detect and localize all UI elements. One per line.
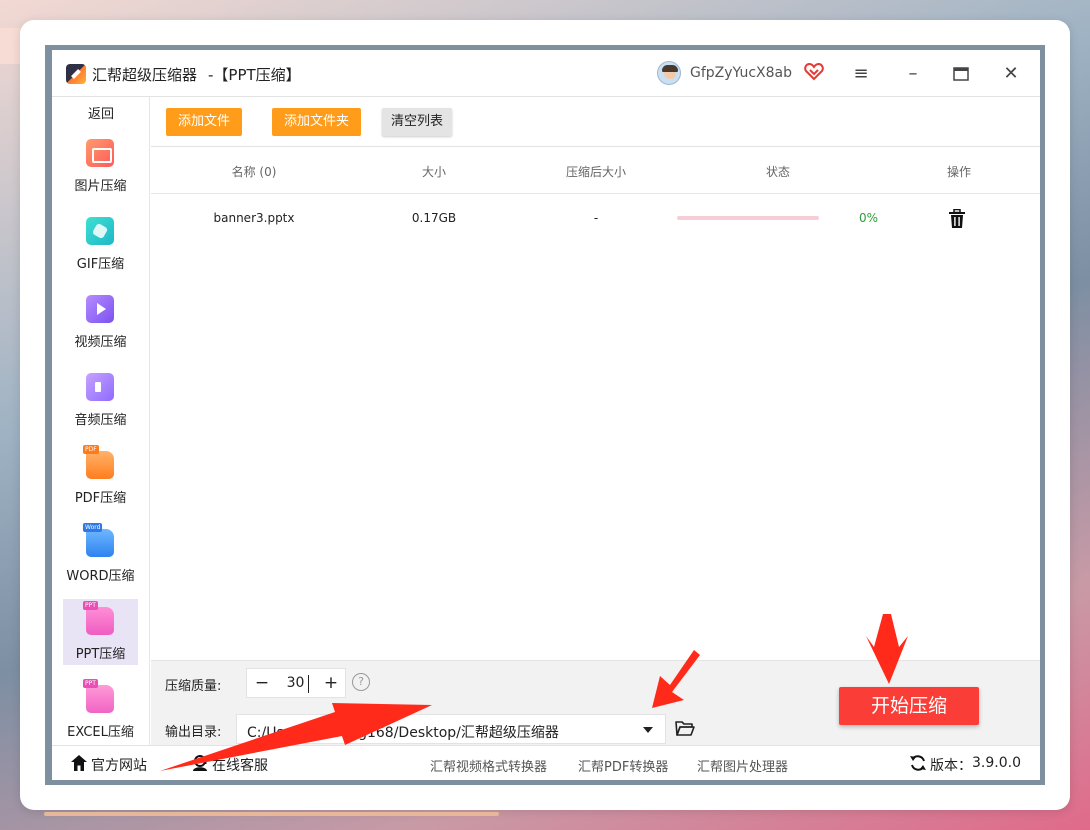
quality-stepper: − 30 + bbox=[246, 668, 346, 698]
version-label: 版本： bbox=[930, 758, 972, 774]
sidebar-item-excel[interactable]: PPT EXCEL压缩 bbox=[63, 677, 138, 743]
progress-bar bbox=[677, 216, 819, 220]
background-decoration-line bbox=[44, 812, 499, 816]
word-icon: Word bbox=[83, 523, 114, 557]
official-website-link[interactable]: 官方网站 bbox=[91, 755, 147, 775]
sidebar-item-label: 音频压缩 bbox=[74, 413, 127, 428]
column-compressed-size[interactable]: 压缩后大小 bbox=[551, 163, 641, 180]
sidebar-item-image[interactable]: 图片压缩 bbox=[63, 131, 138, 197]
output-dir-select[interactable]: C:/Users/huibang168/Desktop/汇帮超级压缩器 bbox=[236, 714, 666, 744]
status-bar: 官方网站 在线客服 汇帮视频格式转换器 汇帮PDF转换器 汇帮图片处理器 版本：… bbox=[52, 745, 1040, 780]
sidebar-item-label: 图片压缩 bbox=[74, 179, 127, 194]
increase-button[interactable]: + bbox=[321, 673, 341, 693]
quality-input[interactable]: 30 bbox=[283, 675, 309, 693]
sidebar-item-gif[interactable]: GIF压缩 bbox=[63, 209, 138, 275]
sidebar-item-ppt[interactable]: PPT PPT压缩 bbox=[63, 599, 138, 665]
close-icon[interactable]: ✕ bbox=[999, 62, 1023, 86]
app-logo-icon bbox=[66, 64, 86, 84]
version-value: 3.9.0.0 bbox=[972, 755, 1021, 771]
vip-heart-icon[interactable] bbox=[804, 63, 824, 81]
file-size: 0.17GB bbox=[411, 211, 457, 225]
support-icon[interactable] bbox=[191, 754, 209, 772]
audio-icon bbox=[86, 373, 114, 401]
toolbar: 添加文件 添加文件夹 清空列表 bbox=[151, 97, 1040, 147]
video-converter-link[interactable]: 汇帮视频格式转换器 bbox=[430, 756, 547, 775]
table-header: 名称 (0) 大小 压缩后大小 状态 操作 bbox=[151, 147, 1040, 194]
back-link[interactable]: 返回 bbox=[52, 103, 150, 122]
column-actions[interactable]: 操作 bbox=[934, 163, 984, 180]
sidebar-item-word[interactable]: Word WORD压缩 bbox=[63, 521, 138, 587]
app-window: 汇帮超级压缩器 -【PPT压缩】 GfpZyYucX8ab ≡ – ✕ 返回 图… bbox=[52, 50, 1040, 780]
sidebar-item-audio[interactable]: 音频压缩 bbox=[63, 365, 138, 431]
dropdown-caret-icon[interactable] bbox=[643, 727, 653, 733]
sidebar-item-label: PPT压缩 bbox=[75, 647, 126, 662]
video-icon bbox=[86, 295, 114, 323]
sidebar-item-label: 视频压缩 bbox=[74, 335, 127, 350]
sidebar-item-video[interactable]: 视频压缩 bbox=[63, 287, 138, 353]
excel-icon: PPT bbox=[83, 679, 114, 713]
pdf-icon: PDF bbox=[83, 445, 114, 479]
title-bar: 汇帮超级压缩器 -【PPT压缩】 GfpZyYucX8ab ≡ – ✕ bbox=[52, 50, 1040, 97]
refresh-icon[interactable] bbox=[909, 754, 927, 772]
trash-icon[interactable] bbox=[948, 209, 966, 229]
column-name[interactable]: 名称 (0) bbox=[211, 163, 297, 180]
word-tag: Word bbox=[83, 523, 103, 532]
column-size[interactable]: 大小 bbox=[409, 163, 459, 180]
table-row[interactable]: banner3.pptx 0.17GB - 0% bbox=[151, 195, 1040, 243]
file-name: banner3.pptx bbox=[213, 211, 295, 225]
progress-percent: 0% bbox=[859, 211, 879, 225]
help-icon[interactable]: ? bbox=[352, 673, 370, 691]
folder-icon[interactable] bbox=[675, 720, 695, 737]
excel-tag: PPT bbox=[83, 679, 98, 688]
image-icon bbox=[86, 139, 114, 167]
online-support-link[interactable]: 在线客服 bbox=[212, 755, 268, 775]
username[interactable]: GfpZyYucX8ab bbox=[690, 65, 792, 81]
menu-icon[interactable]: ≡ bbox=[849, 62, 873, 86]
sidebar-item-label: EXCEL压缩 bbox=[67, 725, 134, 740]
sidebar-item-label: PDF压缩 bbox=[74, 491, 127, 506]
image-processor-link[interactable]: 汇帮图片处理器 bbox=[697, 756, 788, 775]
minimize-icon[interactable]: – bbox=[901, 62, 925, 86]
maximize-icon[interactable] bbox=[949, 62, 973, 86]
clear-list-button[interactable]: 清空列表 bbox=[382, 108, 453, 136]
column-status[interactable]: 状态 bbox=[753, 163, 803, 180]
compressed-size: - bbox=[593, 211, 599, 225]
add-file-button[interactable]: 添加文件 bbox=[166, 108, 243, 136]
output-dir-label: 输出目录: bbox=[165, 725, 222, 740]
ppt-tag: PPT bbox=[83, 601, 98, 610]
decrease-button[interactable]: − bbox=[252, 673, 272, 693]
app-title: 汇帮超级压缩器 bbox=[92, 66, 198, 84]
gif-icon bbox=[86, 217, 114, 245]
sidebar-item-pdf[interactable]: PDF PDF压缩 bbox=[63, 443, 138, 509]
quality-label: 压缩质量: bbox=[165, 679, 222, 694]
output-dir-value: C:/Users/huibang168/Desktop/汇帮超级压缩器 bbox=[247, 725, 559, 741]
user-avatar[interactable] bbox=[657, 61, 681, 85]
sidebar: 返回 图片压缩 GIF压缩 视频压缩 音频压缩 PDF PDF压缩 Word W… bbox=[52, 97, 150, 745]
settings-panel: 压缩质量: − 30 + ? 输出目录: C:/Users/huibang168… bbox=[151, 660, 1040, 745]
home-icon[interactable] bbox=[70, 754, 88, 772]
pdf-tag: PDF bbox=[83, 445, 99, 454]
window-subtitle: -【PPT压缩】 bbox=[208, 66, 301, 84]
sidebar-item-label: WORD压缩 bbox=[66, 569, 135, 584]
add-folder-button[interactable]: 添加文件夹 bbox=[272, 108, 362, 136]
sidebar-item-label: GIF压缩 bbox=[76, 257, 125, 272]
pdf-converter-link[interactable]: 汇帮PDF转换器 bbox=[578, 756, 668, 775]
ppt-icon: PPT bbox=[83, 601, 114, 635]
start-compress-button[interactable]: 开始压缩 bbox=[839, 687, 979, 725]
